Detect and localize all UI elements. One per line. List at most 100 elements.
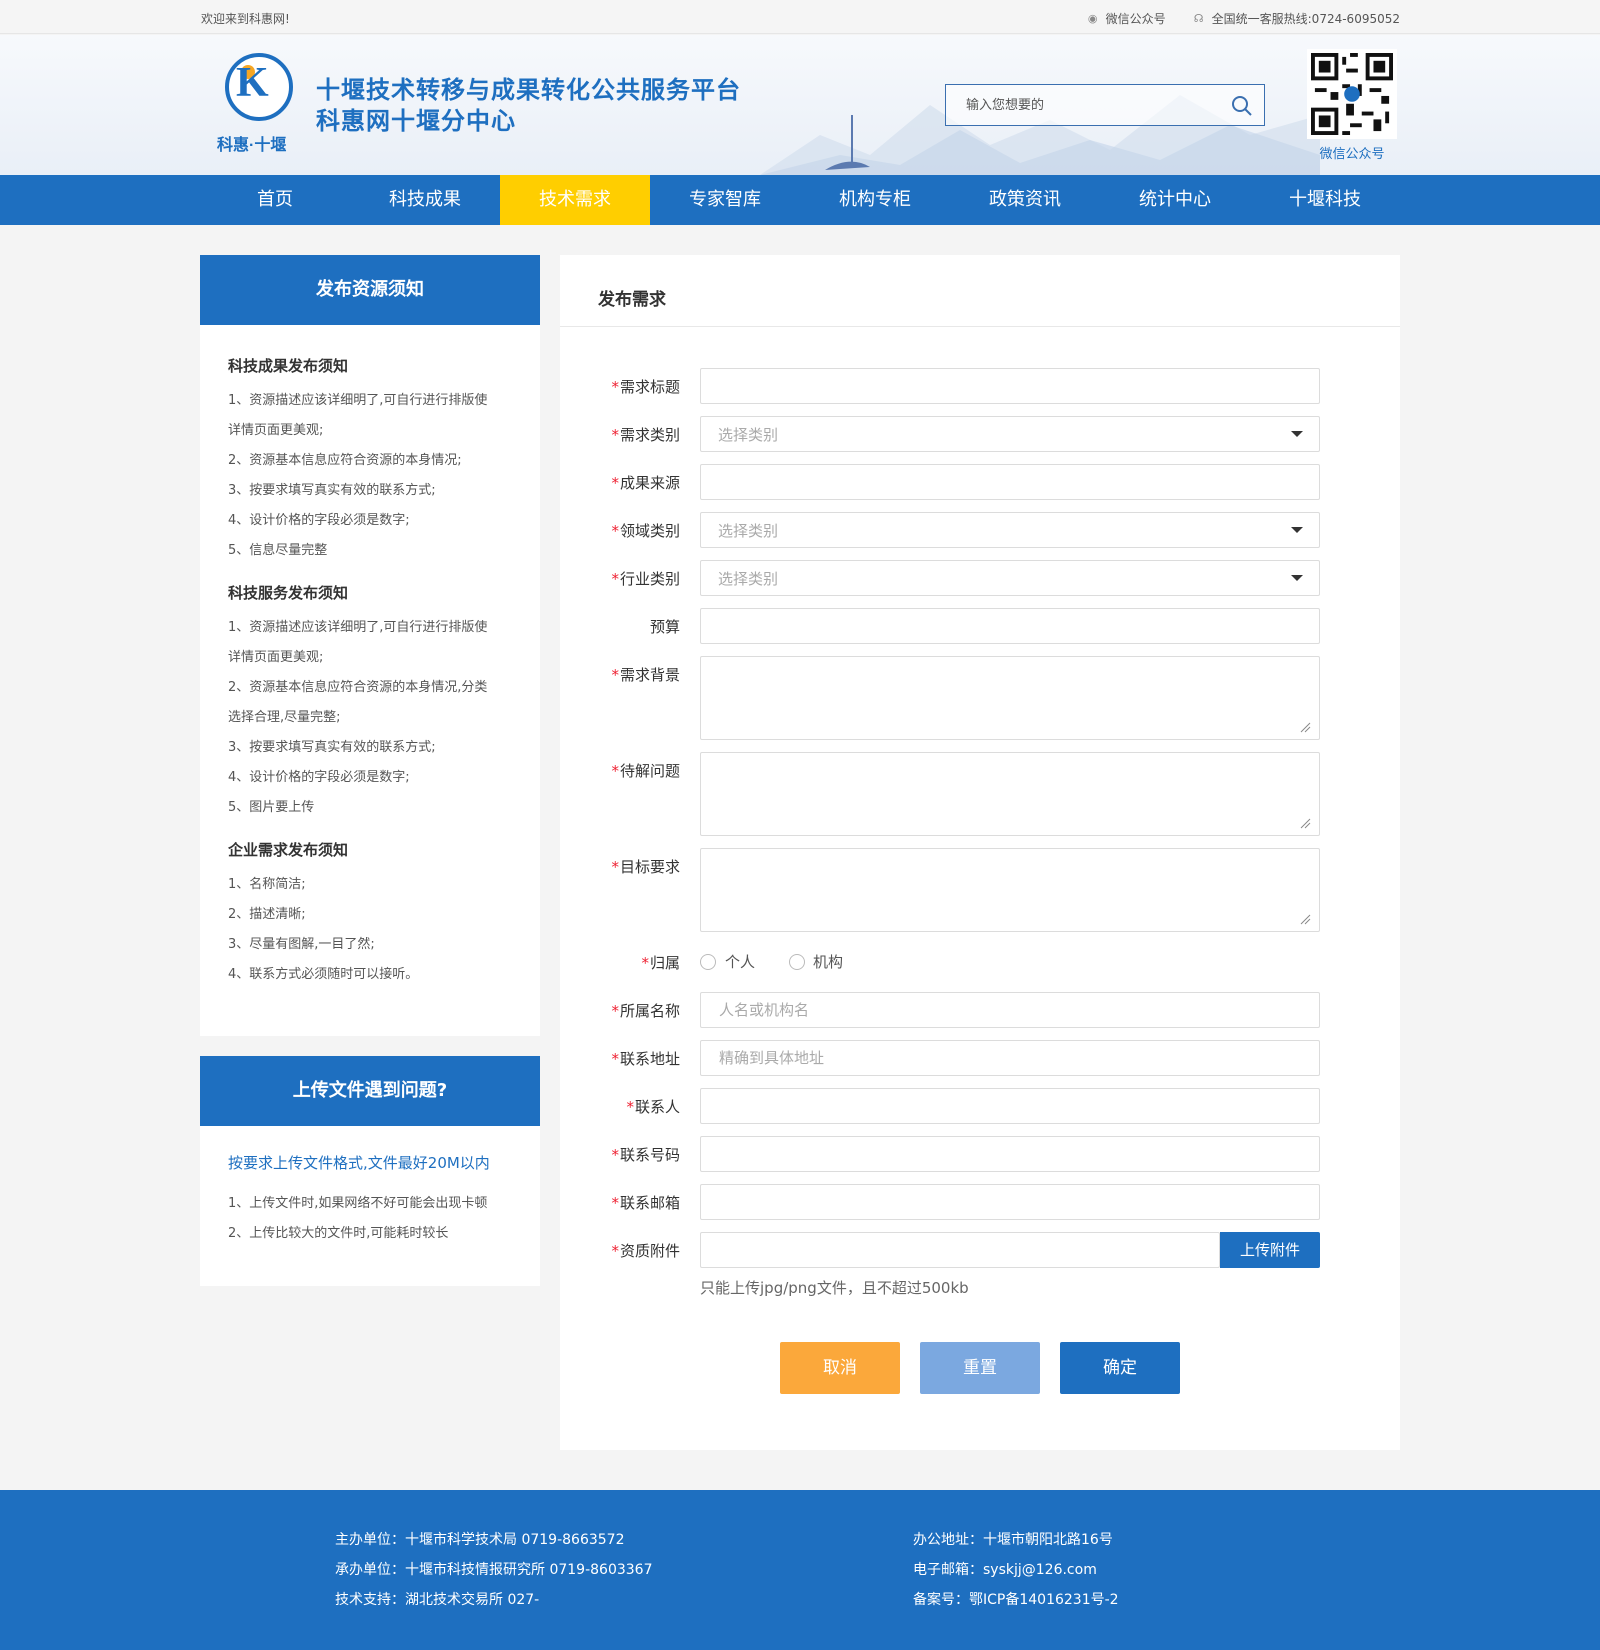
email-input[interactable] bbox=[700, 1184, 1320, 1220]
notice-item: 3、按要求填写真实有效的联系方式; bbox=[228, 740, 436, 755]
contact-input[interactable] bbox=[700, 1088, 1320, 1124]
publish-notice-panel: 发布资源须知 科技成果发布须知 1、资源描述应该详细明了,可自行进行排版使 详情… bbox=[200, 255, 540, 1036]
radio-personal[interactable] bbox=[700, 954, 716, 970]
radio-personal-label[interactable]: 个人 bbox=[725, 951, 755, 972]
domain-placeholder: 选择类别 bbox=[718, 522, 779, 540]
demand-title-input[interactable] bbox=[700, 368, 1320, 404]
notice-item: 3、尽量有图解,一目了然; bbox=[228, 937, 375, 952]
upload-help-item: 1、上传文件时,如果网络不好可能会出现卡顿 bbox=[228, 1196, 488, 1211]
footer-host: 主办单位：十堰市科学技术局 0719-8663572 bbox=[335, 1532, 625, 1548]
problem-label: *待解问题 bbox=[611, 762, 680, 780]
notice-item: 1、资源描述应该详细明了,可自行进行排版使 bbox=[228, 393, 488, 408]
phone-label: *联系号码 bbox=[611, 1146, 680, 1164]
notice-section-title: 企业需求发布须知 bbox=[228, 841, 349, 859]
budget-input[interactable] bbox=[700, 608, 1320, 644]
address-input[interactable] bbox=[700, 1040, 1320, 1076]
notice-item: 2、资源基本信息应符合资源的本身情况; bbox=[228, 453, 462, 468]
source-label: *成果来源 bbox=[611, 474, 680, 492]
notice-item: 2、资源基本信息应符合资源的本身情况,分类 bbox=[228, 680, 488, 695]
upload-help-title: 上传文件遇到问题? bbox=[200, 1056, 540, 1126]
footer-icp[interactable]: 备案号：鄂ICP备14016231号-2 bbox=[913, 1585, 1119, 1615]
upload-help-panel: 上传文件遇到问题? 按要求上传文件格式,文件最好20M以内 1、上传文件时,如果… bbox=[200, 1056, 540, 1286]
nav-shiyan-tech[interactable]: 十堰科技 bbox=[1250, 175, 1400, 225]
notice-item: 5、信息尽量完整 bbox=[228, 543, 328, 558]
headset-icon: ☊ bbox=[1193, 11, 1204, 25]
notice-item: 详情页面更美观; bbox=[228, 423, 324, 438]
nav-institutions[interactable]: 机构专柜 bbox=[800, 175, 950, 225]
notice-item: 选择合理,尽量完整; bbox=[228, 710, 341, 725]
problem-textarea[interactable] bbox=[700, 752, 1320, 836]
address-label: *联系地址 bbox=[611, 1050, 680, 1068]
goal-textarea[interactable] bbox=[700, 848, 1320, 932]
upload-hint: 只能上传jpg/png文件，且不超过500kb bbox=[700, 1279, 969, 1297]
industry-select[interactable] bbox=[700, 560, 1320, 596]
nav-statistics[interactable]: 统计中心 bbox=[1100, 175, 1250, 225]
hotline-text: 全国统一客服热线:0724-6095052 bbox=[1211, 12, 1400, 26]
nav-policy[interactable]: 政策资讯 bbox=[950, 175, 1100, 225]
cancel-button[interactable]: 取消 bbox=[780, 1342, 900, 1394]
notice-item: 4、设计价格的字段必须是数字; bbox=[228, 513, 410, 528]
footer-col-left: 主办单位：十堰市科学技术局 0719-8663572 承办单位：十堰市科技情报研… bbox=[335, 1525, 652, 1615]
email-label: *联系邮箱 bbox=[611, 1194, 680, 1212]
site-title: 十堰技术转移与成果转化公共服务平台 bbox=[316, 78, 741, 104]
resize-grip-icon[interactable] bbox=[1299, 913, 1311, 925]
nav-tech-demand[interactable]: 技术需求 bbox=[500, 175, 650, 225]
background-textarea[interactable] bbox=[700, 656, 1320, 740]
notice-item: 1、资源描述应该详细明了,可自行进行排版使 bbox=[228, 620, 488, 635]
footer-support: 技术支持：湖北技术交易所 027- bbox=[335, 1592, 540, 1608]
budget-label: 预算 bbox=[649, 618, 680, 636]
notice-item: 4、设计价格的字段必须是数字; bbox=[228, 770, 410, 785]
chevron-down-icon bbox=[1291, 527, 1303, 533]
logo-k-glyph: K bbox=[236, 60, 269, 106]
confirm-button[interactable]: 确定 bbox=[1060, 1342, 1180, 1394]
source-input[interactable] bbox=[700, 464, 1320, 500]
attachment-label: *资质附件 bbox=[611, 1242, 680, 1260]
demand-type-label: *需求类别 bbox=[611, 426, 680, 444]
resize-grip-icon[interactable] bbox=[1299, 817, 1311, 829]
industry-placeholder: 选择类别 bbox=[718, 570, 779, 588]
qr-caption: 微信公众号 bbox=[1319, 147, 1385, 162]
nav-achievements[interactable]: 科技成果 bbox=[350, 175, 500, 225]
domain-label: *领域类别 bbox=[611, 522, 680, 540]
site-logo[interactable]: K 科惠·十堰 bbox=[217, 53, 301, 165]
nav-home[interactable]: 首页 bbox=[200, 175, 350, 225]
notice-item: 3、按要求填写真实有效的联系方式; bbox=[228, 483, 436, 498]
reset-button[interactable]: 重置 bbox=[920, 1342, 1040, 1394]
form-title: 发布需求 bbox=[598, 290, 666, 310]
wechat-link[interactable]: 微信公众号 bbox=[1106, 10, 1166, 27]
upload-attachment-button[interactable]: 上传附件 bbox=[1220, 1232, 1320, 1268]
welcome-text: 欢迎来到科惠网! bbox=[201, 12, 290, 26]
search-icon[interactable] bbox=[1230, 94, 1254, 118]
chevron-down-icon bbox=[1291, 575, 1303, 581]
search-input[interactable] bbox=[946, 85, 1206, 125]
goal-label: *目标要求 bbox=[611, 858, 680, 876]
footer-col-right: 办公地址：十堰市朝阳北路16号 电子邮箱：syskjj@126.com 备案号：… bbox=[913, 1525, 1119, 1615]
demand-title-label: *需求标题 bbox=[611, 378, 680, 396]
logo-text: 科惠·十堰 bbox=[217, 137, 287, 154]
notice-item: 详情页面更美观; bbox=[228, 650, 324, 665]
top-bar: 欢迎来到科惠网! ◉ 微信公众号 ☊ 全国统一客服热线:0724-6095052 bbox=[0, 0, 1600, 34]
radio-institution-label[interactable]: 机构 bbox=[813, 951, 843, 972]
demand-type-placeholder: 选择类别 bbox=[718, 426, 779, 444]
chevron-down-icon bbox=[1291, 431, 1303, 437]
radio-institution[interactable] bbox=[789, 954, 805, 970]
notice-item: 4、联系方式必须随时可以接听。 bbox=[228, 967, 419, 982]
notice-item: 2、描述清晰; bbox=[228, 907, 306, 922]
notice-item: 1、名称简洁; bbox=[228, 877, 306, 892]
main-nav: 首页 科技成果 技术需求 专家智库 机构专柜 政策资讯 统计中心 十堰科技 bbox=[0, 175, 1600, 225]
phone-input[interactable] bbox=[700, 1136, 1320, 1172]
top-bar-right: ◉ 微信公众号 ☊ 全国统一客服热线:0724-6095052 bbox=[1086, 10, 1400, 27]
demand-type-select[interactable] bbox=[700, 416, 1320, 452]
industry-label: *行业类别 bbox=[611, 570, 680, 588]
belong-name-input[interactable] bbox=[700, 992, 1320, 1028]
footer-email[interactable]: 电子邮箱：syskjj@126.com bbox=[913, 1555, 1119, 1585]
upload-format-link[interactable]: 按要求上传文件格式,文件最好20M以内 bbox=[228, 1152, 512, 1173]
resize-grip-icon[interactable] bbox=[1299, 721, 1311, 733]
attachment-input[interactable] bbox=[700, 1232, 1220, 1268]
site-subtitle: 科惠网十堰分中心 bbox=[316, 109, 516, 135]
site-header: K 科惠·十堰 十堰技术转移与成果转化公共服务平台 科惠网十堰分中心 微信公众号 bbox=[0, 35, 1600, 175]
domain-select[interactable] bbox=[700, 512, 1320, 548]
nav-experts[interactable]: 专家智库 bbox=[650, 175, 800, 225]
form-divider bbox=[560, 326, 1400, 327]
notice-section-title: 科技服务发布须知 bbox=[228, 584, 349, 602]
